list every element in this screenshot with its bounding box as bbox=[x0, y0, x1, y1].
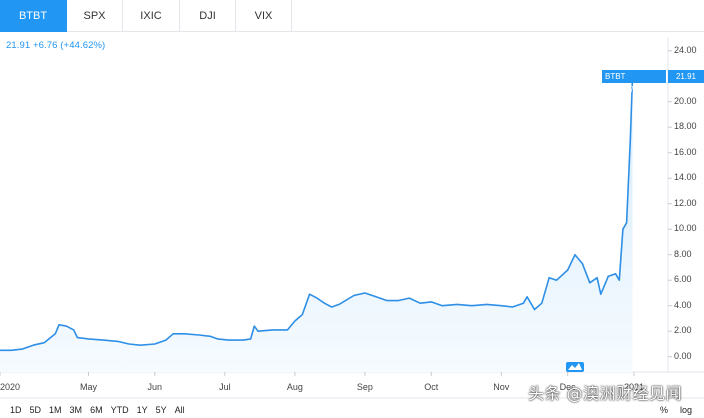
range-5d-button[interactable]: 5D bbox=[26, 403, 46, 418]
price-axis-ticks bbox=[668, 50, 672, 358]
watermark-text: 头条 @澳洲财经见闻 bbox=[528, 384, 683, 403]
price-tick-label: 2.00 bbox=[674, 325, 692, 336]
price-tick-label: 6.00 bbox=[674, 274, 692, 285]
price-tick-label: 0.00 bbox=[674, 350, 692, 361]
range-1d-button[interactable]: 1D bbox=[0, 403, 26, 418]
range-ytd-button[interactable]: YTD bbox=[107, 403, 133, 418]
time-tick-label: Sep bbox=[356, 382, 373, 392]
price-tick-label: 18.00 bbox=[674, 121, 697, 132]
range-selector: 1D 5D 1M 3M 6M YTD 1Y 5Y All bbox=[0, 403, 189, 418]
price-tick-label: 24.00 bbox=[674, 44, 697, 55]
range-6m-button[interactable]: 6M bbox=[86, 403, 107, 418]
range-5y-button[interactable]: 5Y bbox=[152, 403, 171, 418]
price-tick-label: 14.00 bbox=[674, 172, 697, 183]
time-tick-label: 2020 bbox=[0, 382, 21, 392]
percent-scale-toggle[interactable]: % bbox=[660, 403, 668, 418]
price-tick-label: 8.00 bbox=[674, 248, 692, 259]
range-3m-button[interactable]: 3M bbox=[66, 403, 87, 418]
range-1y-button[interactable]: 1Y bbox=[133, 403, 152, 418]
time-tick-label: Aug bbox=[286, 382, 303, 392]
time-tick-label: Jun bbox=[147, 382, 163, 392]
time-tick-label: May bbox=[79, 382, 97, 392]
time-tick-label: Oct bbox=[424, 382, 439, 392]
time-axis-ticks bbox=[0, 372, 635, 376]
price-tick-label: 20.00 bbox=[674, 95, 697, 106]
range-all-button[interactable]: All bbox=[171, 403, 189, 418]
price-tick-label: 12.00 bbox=[674, 197, 697, 208]
price-chart[interactable] bbox=[0, 0, 704, 418]
log-scale-toggle[interactable]: log bbox=[680, 403, 692, 418]
last-price-flag: 21.91 bbox=[668, 70, 704, 83]
price-tick-label: 4.00 bbox=[674, 299, 692, 310]
series-percent-flag: BTBT 5216.67% bbox=[602, 70, 666, 94]
time-tick-label: Jul bbox=[219, 382, 231, 392]
range-1m-button[interactable]: 1M bbox=[45, 403, 66, 418]
price-tick-label: 16.00 bbox=[674, 146, 697, 157]
price-area-fill bbox=[0, 77, 633, 373]
time-tick-label: Nov bbox=[493, 382, 510, 392]
price-tick-label: 10.00 bbox=[674, 223, 697, 234]
tradingview-logo-icon[interactable] bbox=[566, 362, 584, 372]
